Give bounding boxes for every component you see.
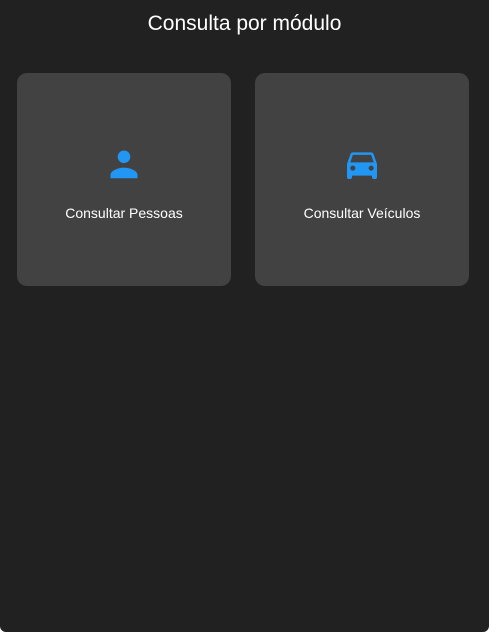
person-icon [17,144,231,184]
consult-vehicles-card[interactable]: Consultar Veículos [255,73,469,286]
consult-people-card[interactable]: Consultar Pessoas [17,73,231,286]
module-panel: Consulta por módulo Consultar Pessoas Co… [0,0,489,632]
consult-people-label: Consultar Pessoas [65,205,183,221]
consult-vehicles-label: Consultar Veículos [303,205,421,221]
page-title: Consulta por módulo [147,12,342,35]
car-icon [255,144,469,184]
